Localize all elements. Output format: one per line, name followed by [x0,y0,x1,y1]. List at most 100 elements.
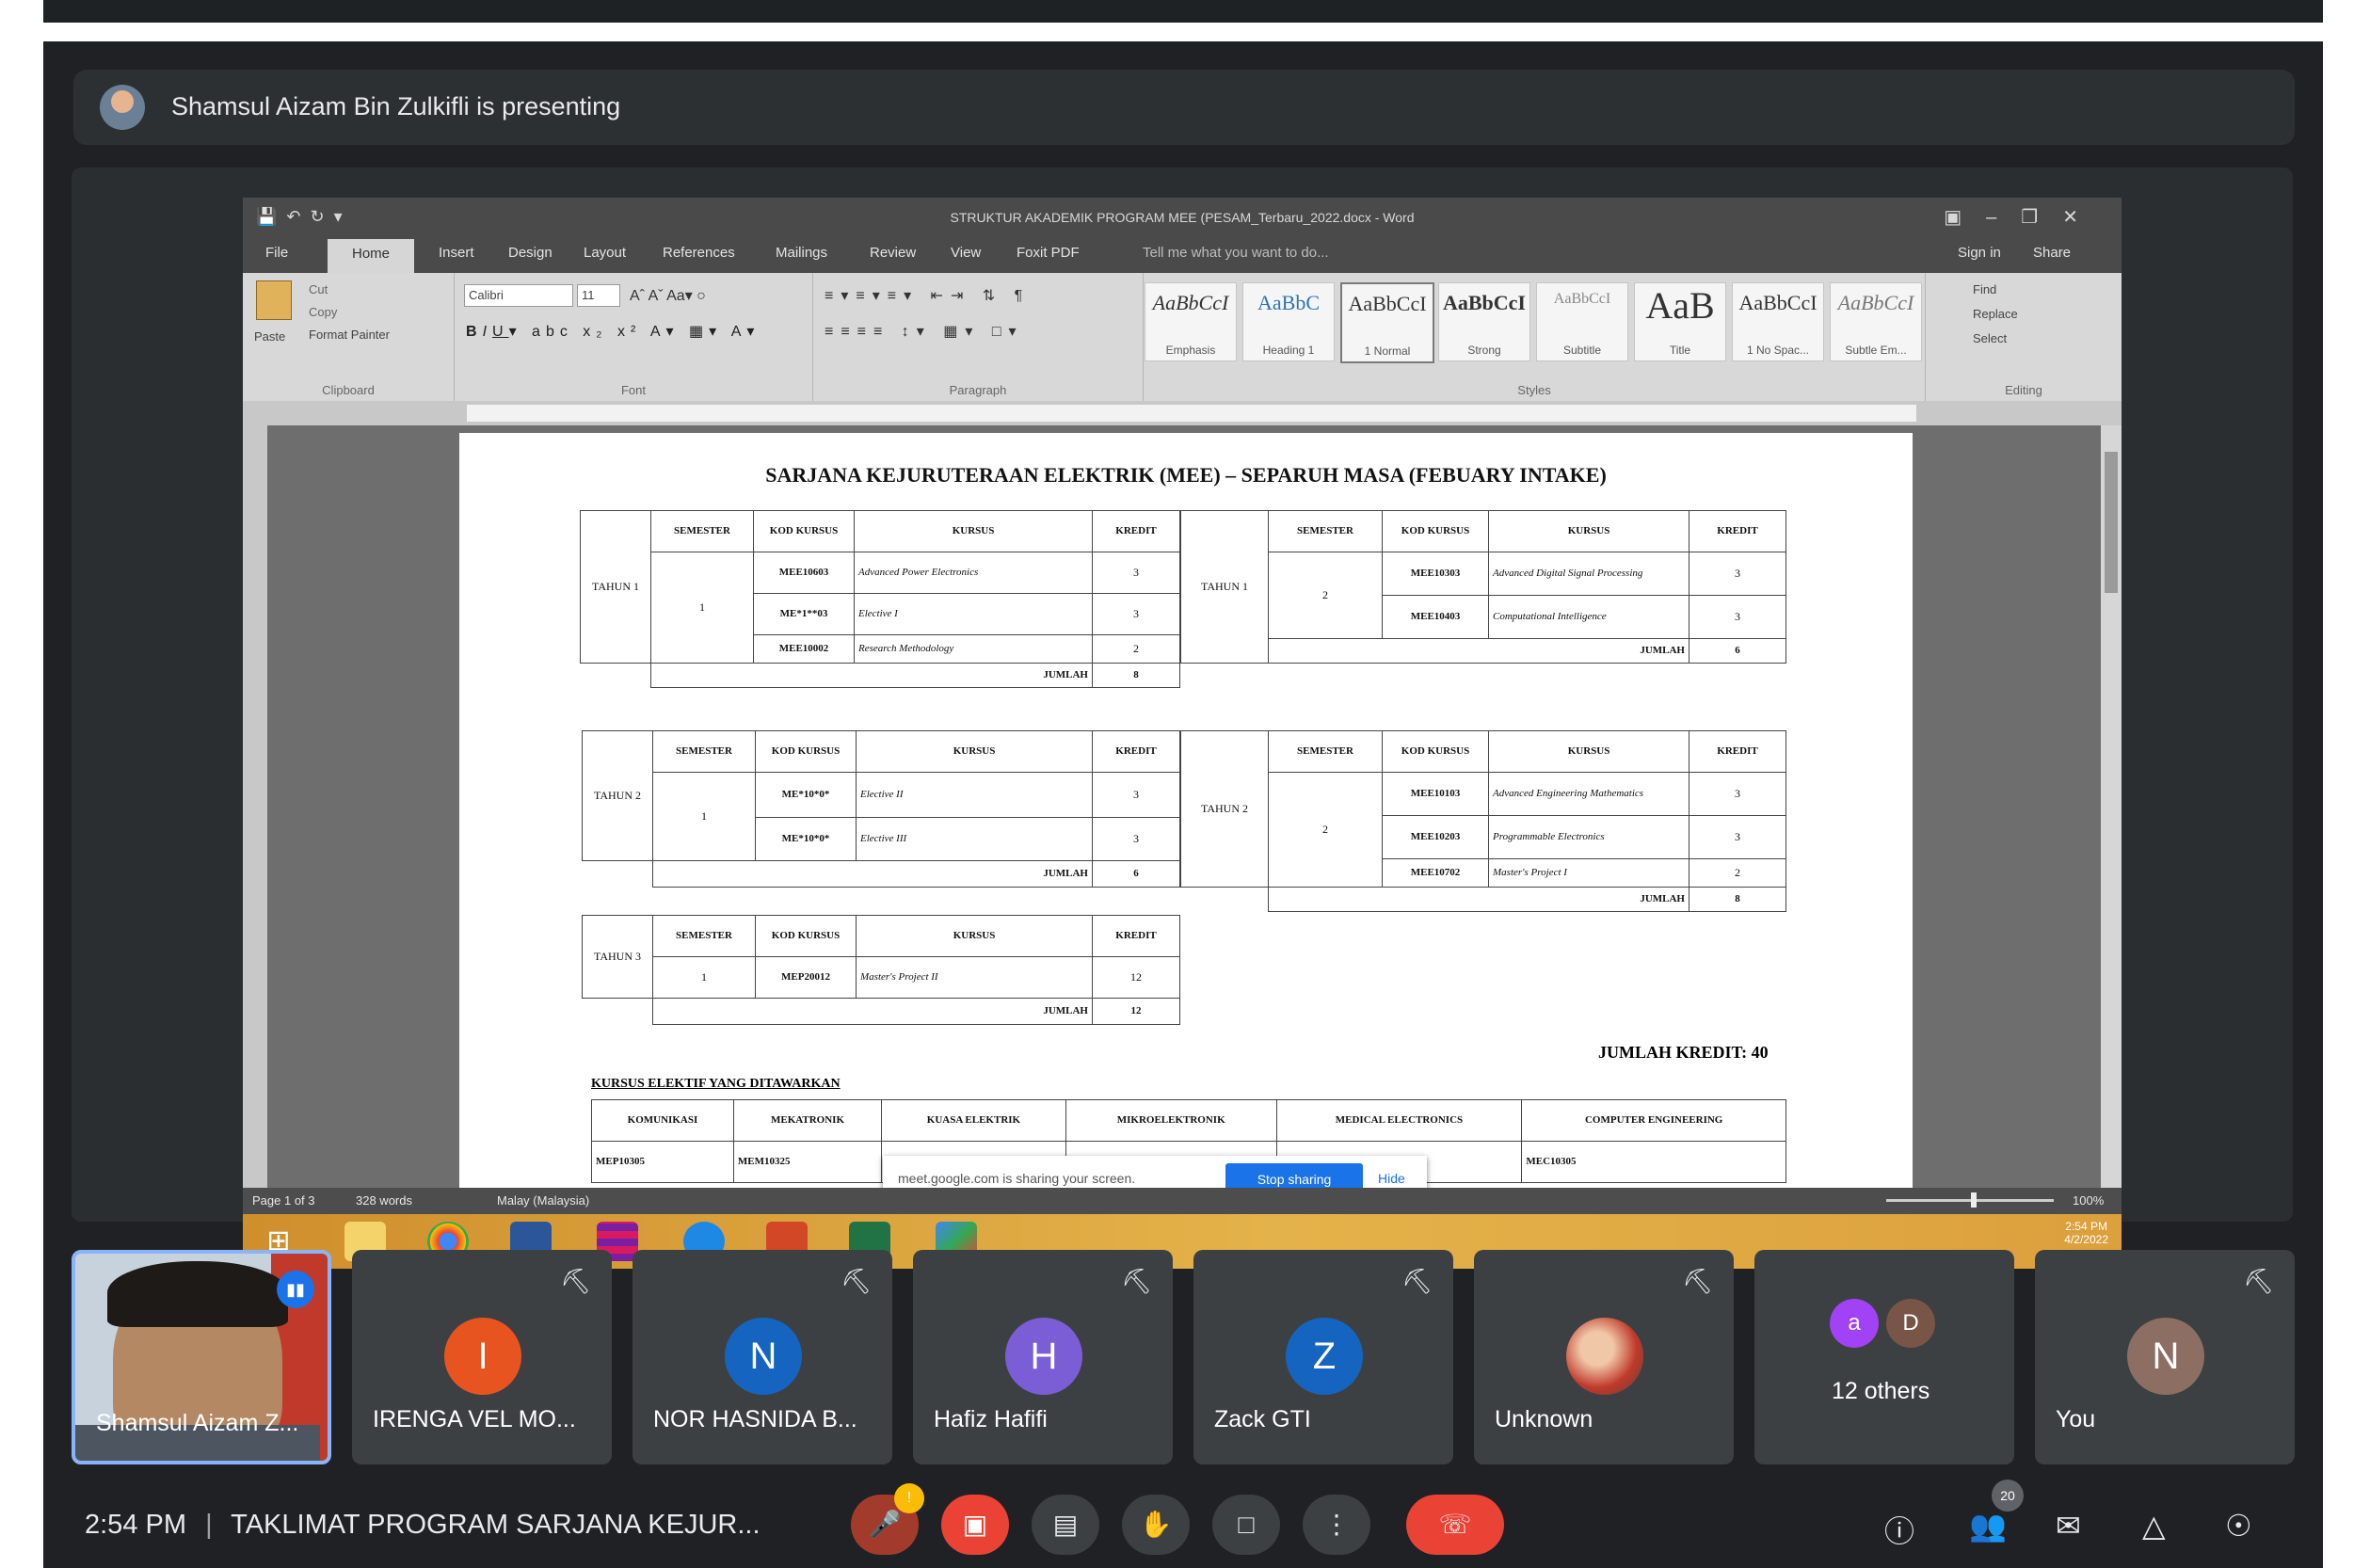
sign-in-link[interactable]: Sign in [1958,245,2001,261]
mic-off-icon: ⛏ [1401,1267,1433,1295]
total-credits: JUMLAH KREDIT: 40 [1598,1043,1769,1062]
clipboard-group: Paste Cut Copy Format Painter Clipboard [243,273,455,401]
participant-tile[interactable]: ⛏ H Hafiz Hafifi [913,1250,1173,1464]
align-icons[interactable]: ≡≡≡≡ ↕▾ ▦▾ □▾ [825,322,1024,341]
format-painter-button[interactable]: Format Painter [309,328,390,342]
tab-references[interactable]: References [663,245,735,261]
participant-tile-presenter[interactable]: ▮▮ Shamsul Aizam Z... [72,1250,331,1464]
participant-tile[interactable]: ⛏ N NOR HASNIDA B... [633,1250,892,1464]
paragraph-group: ≡▾≡▾≡▾ ⇤⇥ ⇅ ¶ ≡≡≡≡ ↕▾ ▦▾ □▾ Paragraph [813,273,1144,401]
replace-button[interactable]: Replace [1973,307,2018,321]
mic-off-icon: ⛏ [559,1267,591,1295]
participant-tile-self[interactable]: ⛏ N You [2035,1250,2295,1464]
table-tahun1-sem1: TAHUN 1 SEMESTER KOD KURSUS KURSUS KREDI… [580,510,1180,688]
tab-foxit-pdf[interactable]: Foxit PDF [1017,245,1080,261]
font-size-box[interactable]: 11 [577,284,620,307]
meeting-details-icon[interactable]: ⓘ [1884,1508,1914,1551]
tab-design[interactable]: Design [508,245,552,261]
presenter-avatar [100,85,145,130]
present-screen-button[interactable]: □ [1212,1495,1280,1555]
font-group: Calibri 11 Aˆ Aˇ Aa▾ ○ BIU▾ abc x₂ x² A▾… [455,273,813,401]
scrollbar-thumb[interactable] [2105,452,2118,593]
paste-label[interactable]: Paste [254,329,285,344]
people-count-badge: 20 [1992,1480,2024,1512]
elective-heading: KURSUS ELEKTIF YANG DITAWARKAN [591,1077,841,1091]
document-page: SARJANA KEJURUTERAAN ELEKTRIK (MEE) – SE… [459,433,1913,1188]
tab-layout[interactable]: Layout [584,245,626,261]
tab-mailings[interactable]: Mailings [776,245,827,261]
tab-insert[interactable]: Insert [439,245,474,261]
more-options-button[interactable]: ⋮ [1303,1495,1370,1555]
word-titlebar: 💾↶↻▾ STRUKTUR AKADEMIK PROGRAM MEE (PESA… [243,198,2122,237]
captions-button[interactable]: ▤ [1032,1495,1099,1555]
participant-avatar: N [2127,1318,2204,1395]
style-emphasis[interactable]: AaBbCcI Emphasis [1145,282,1237,361]
table-cell: TAHUN 1 [580,510,651,664]
host-controls-icon[interactable]: ☉ [2225,1508,2252,1544]
end-call-button[interactable]: ☏ [1406,1495,1504,1555]
participant-tile[interactable]: ⛏ Z Zack GTI [1193,1250,1453,1464]
zoom-level[interactable]: 100% [2073,1193,2104,1208]
top-strip [43,0,2323,23]
participant-tile[interactable]: ⛏ Unknown [1474,1250,1734,1464]
meeting-clock-title: 2:54 PM | TAKLIMAT PROGRAM SARJANA KEJUR… [85,1510,761,1540]
select-button[interactable]: Select [1973,331,2007,345]
camera-toggle-button[interactable]: ▣ [941,1495,1009,1555]
word-ribbon: Paste Cut Copy Format Painter Clipboard … [243,273,2122,402]
table-tahun1-sem2: TAHUN 1 SEMESTER KOD KURSUS KURSUS KREDI… [1180,510,1786,664]
font-format-icons[interactable]: BIU▾ abc x₂ x² A▾ ▦▾ A▾ [466,322,760,341]
table-tahun2-sem2: TAHUN 2 SEMESTER KOD KURSUS KURSUS KREDI… [1180,730,1786,912]
people-icon[interactable]: 👥 [1969,1508,2007,1544]
word-window: 💾↶↻▾ STRUKTUR AKADEMIK PROGRAM MEE (PESA… [243,198,2122,1269]
table-tahun3: TAHUN 3 SEMESTER KOD KURSUS KURSUS KREDI… [582,915,1180,1025]
word-count[interactable]: 328 words [356,1193,412,1208]
tab-review[interactable]: Review [870,245,916,261]
tab-file[interactable]: File [265,245,288,261]
horizontal-ruler [243,401,2122,425]
meet-control-bar: 2:54 PM | TAKLIMAT PROGRAM SARJANA KEJUR… [43,1480,2323,1568]
style-title[interactable]: AaB Title [1634,282,1726,361]
hide-button[interactable]: Hide [1378,1171,1405,1186]
participant-avatar: H [1005,1318,1082,1395]
paste-icon[interactable] [256,280,292,320]
participant-tile[interactable]: ⛏ I IRENGA VEL MO... [352,1250,612,1464]
style-normal[interactable]: AaBbCcI 1 Normal [1340,282,1434,363]
copy-button[interactable]: Copy [309,305,337,319]
zoom-slider[interactable] [1886,1199,2054,1202]
zoom-slider-knob[interactable] [1971,1192,1977,1208]
activities-icon[interactable]: △ [2142,1508,2166,1544]
find-button[interactable]: Find [1973,282,1996,296]
tell-me-box[interactable]: Tell me what you want to do... [1143,245,1329,261]
language-indicator[interactable]: Malay (Malaysia) [497,1193,589,1208]
style-no-spacing[interactable]: AaBbCcI 1 No Spac... [1732,282,1824,361]
share-notice-text: meet.google.com is sharing your screen. [898,1171,1136,1186]
font-grow-shrink-icons[interactable]: Aˆ Aˇ Aa▾ ○ [630,286,706,305]
tab-home[interactable]: Home [328,239,415,273]
raise-hand-button[interactable]: ✋ [1122,1495,1190,1555]
participant-avatar: a [1830,1299,1879,1348]
share-button[interactable]: Share [2033,245,2071,261]
page-count[interactable]: Page 1 of 3 [252,1193,315,1208]
style-heading-1[interactable]: AaBbC Heading 1 [1242,282,1335,361]
style-strong[interactable]: AaBbCcI Strong [1438,282,1530,361]
chat-icon[interactable]: ✉ [2056,1508,2081,1544]
participant-avatar: N [725,1318,802,1395]
window-controls[interactable]: ▣–❐✕ [1944,205,2103,229]
participant-name: You [2056,1406,2096,1432]
presenter-text: Shamsul Aizam Bin Zulkifli is presenting [171,92,621,120]
vertical-scrollbar[interactable] [2101,425,2122,1188]
style-subtle-emphasis[interactable]: AaBbCcI Subtle Em... [1830,282,1922,361]
editing-group: Find Replace Select Editing [1926,273,2122,401]
document-heading: SARJANA KEJURUTERAAN ELEKTRIK (MEE) – SE… [765,463,1607,487]
font-name-box[interactable]: Calibri [464,284,573,307]
participant-tile-others[interactable]: a D 12 others [1754,1250,2014,1464]
meeting-title: TAKLIMAT PROGRAM SARJANA KEJUR... [231,1510,761,1540]
list-icons[interactable]: ≡▾≡▾≡▾ ⇤⇥ ⇅ ¶ [825,286,1030,305]
system-tray-clock[interactable]: 2:54 PM 4/2/2022 [2064,1220,2108,1246]
vertical-ruler [243,425,267,1188]
style-subtitle[interactable]: AaBbCcI Subtitle [1536,282,1628,361]
cut-button[interactable]: Cut [309,282,328,296]
tab-view[interactable]: View [951,245,981,261]
clipboard-group-label: Clipboard [322,383,375,397]
participant-name: Hafiz Hafifi [934,1406,1048,1432]
